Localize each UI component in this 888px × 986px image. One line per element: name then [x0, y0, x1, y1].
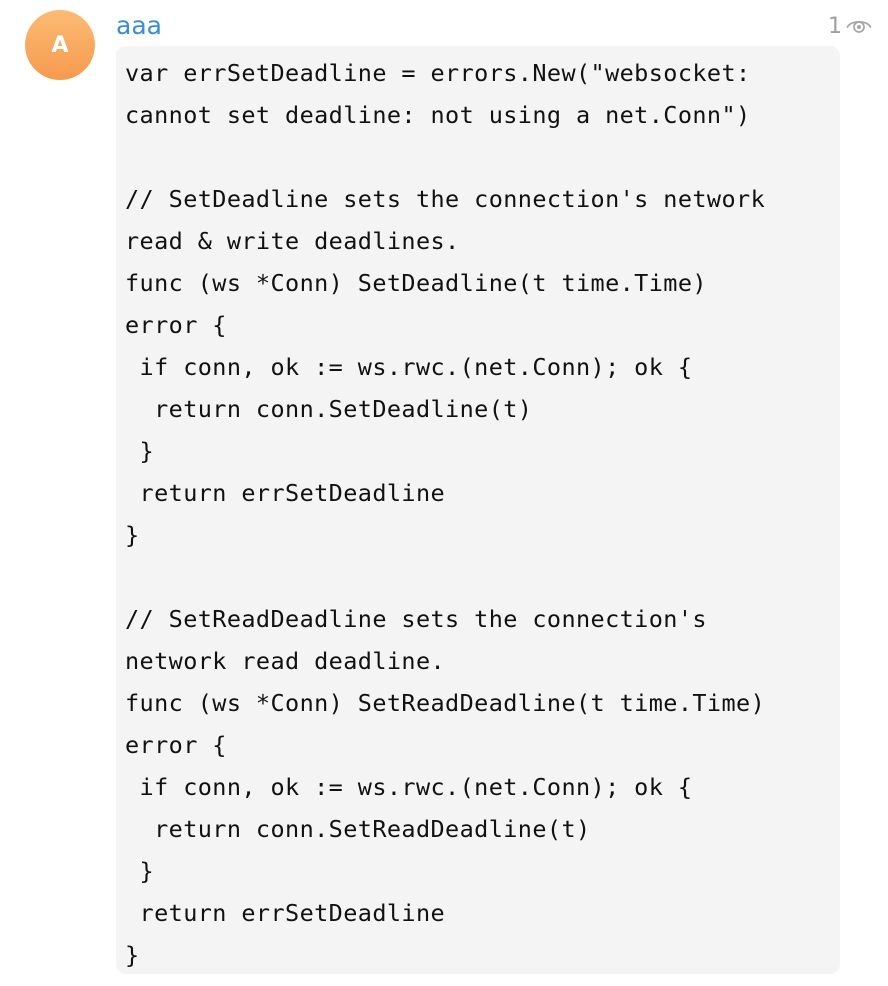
avatar-initial: A	[51, 32, 69, 58]
message-bubble[interactable]: var errSetDeadline = errors.New("websock…	[116, 46, 840, 974]
avatar[interactable]: A	[25, 10, 95, 80]
code-block: var errSetDeadline = errors.New("websock…	[125, 59, 766, 969]
sender-name[interactable]: aaa	[116, 10, 162, 42]
views-count: 1	[828, 13, 842, 39]
views-indicator: 1	[828, 10, 872, 42]
chat-message: A aaa 1 var errSetDeadline = errors.New(…	[0, 0, 888, 986]
eye-icon	[846, 16, 872, 36]
